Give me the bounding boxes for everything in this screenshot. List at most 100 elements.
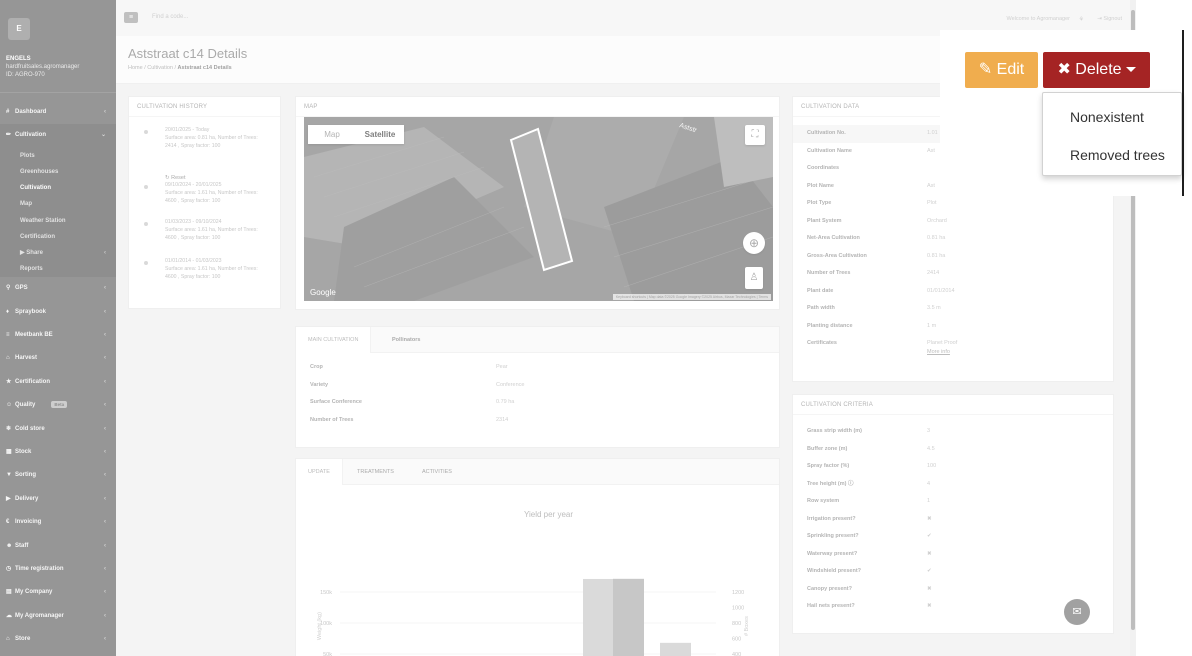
sidebar-item-invoicing[interactable]: € Invoicing ‹	[0, 511, 116, 534]
street-view-icon[interactable]: ♙	[745, 267, 763, 289]
tab-pollinators[interactable]: Pollinators	[392, 327, 420, 353]
update-tabs: UPDATE TREATMENTS ACTIVITIES	[296, 459, 779, 485]
row-value: 01/01/2014	[927, 287, 955, 294]
sidebar-item-meetbank-be[interactable]: ≡ Meetbank BE ‹	[0, 324, 116, 347]
tab-activities[interactable]: ACTIVITIES	[422, 459, 452, 485]
chart-bar[interactable]	[660, 642, 691, 656]
y2-tick-label: 600	[732, 637, 741, 643]
table-row: Sprinkling present? ✔	[793, 528, 1113, 546]
row-value: Plot	[927, 200, 937, 206]
sidebar-item-store[interactable]: ⌂ Store ‹	[0, 628, 116, 651]
locate-icon[interactable]: ⊕	[743, 232, 765, 254]
sidebar-item-label: Certification	[15, 378, 51, 385]
table-row: Waterway present? ✖	[793, 546, 1113, 564]
map-type-map[interactable]: Map	[308, 125, 356, 144]
row-value: 2414	[927, 270, 940, 276]
chart-bar[interactable]	[613, 578, 644, 656]
breadcrumb-current: Aststraat c14 Details	[177, 65, 232, 71]
row-value: Ast	[927, 182, 935, 189]
language-flag-icon[interactable]: ⚘	[1079, 16, 1084, 23]
sidebar-item-cold-store[interactable]: ❄ Cold store ‹	[0, 418, 116, 441]
table-row: Grass strip width (m) 3	[793, 423, 1113, 441]
breadcrumb-home[interactable]: Home	[128, 65, 143, 71]
chevron-icon: ‹	[104, 378, 106, 385]
table-row: Surface Conference 0.79 ha	[296, 394, 779, 412]
sidebar-subitem-plots[interactable]: Plots	[0, 147, 116, 164]
table-row: Tree height (m) ⓘ 4	[793, 476, 1113, 494]
search-input[interactable]: Find a code...	[152, 14, 188, 20]
signout-link[interactable]: ⇥ Signout	[1097, 16, 1122, 22]
close-icon: ✖	[1057, 61, 1076, 78]
tab-main-cultivation[interactable]: MAIN CULTIVATION	[296, 327, 372, 353]
sidebar-item-certification[interactable]: ★ Certification ‹	[0, 371, 116, 394]
edit-button[interactable]: ✎ Edit	[965, 52, 1038, 88]
sidebar-item-spraybook[interactable]: ♦ Spraybook ‹	[0, 301, 116, 324]
more-info-link[interactable]: More info	[927, 349, 950, 355]
table-row: Number of Trees 2414	[793, 265, 1113, 283]
sidebar-subitem-weather-station[interactable]: Weather Station	[0, 212, 116, 229]
sidebar-item-stock[interactable]: ▦ Stock ‹	[0, 441, 116, 464]
map-credits[interactable]: Keyboard shortcuts | Map data ©2025 Goog…	[612, 294, 771, 300]
sidebar-item-cultivation[interactable]: ✏ Cultivation ⌄	[0, 124, 116, 148]
sidebar-item-dashboard[interactable]: # Dashboard ‹	[0, 101, 116, 124]
table-row: Plot Type Plot	[793, 195, 1113, 213]
main-cultivation-tabs: MAIN CULTIVATION Pollinators	[296, 327, 779, 353]
delete-button[interactable]: ✖ Delete	[1043, 52, 1150, 88]
row-key: Canopy present?	[807, 585, 852, 592]
dashboard-icon: #	[6, 109, 10, 115]
row-value: 2314	[496, 416, 509, 423]
sidebar-item-time-registration[interactable]: ◷ Time registration ‹	[0, 558, 116, 581]
row-key: Gross-Area Cultivation	[807, 252, 867, 259]
table-row: Planting distance 1 m	[793, 318, 1113, 336]
reset-button[interactable]: ↻ Reset	[165, 175, 186, 181]
sidebar-subitem-label: Share	[26, 249, 43, 256]
sidebar-item-gps[interactable]: ⚲ GPS ‹	[0, 277, 116, 300]
sidebar-subitem-share[interactable]: ▶ ‹ Share	[0, 244, 116, 262]
time-registration-icon: ◷	[6, 565, 12, 572]
menu-item-removed-trees[interactable]: Removed trees	[1043, 138, 1181, 172]
menu-item-nonexistent[interactable]: Nonexistent	[1043, 100, 1181, 134]
menu-toggle-button[interactable]: ≡	[124, 12, 138, 23]
company-logo[interactable]: E	[8, 18, 30, 40]
sidebar-subitem-cultivation[interactable]: Cultivation	[0, 180, 116, 197]
tab-treatments[interactable]: TREATMENTS	[357, 459, 394, 485]
row-value: Conference	[496, 381, 525, 388]
sidebar-subitem-greenhouses[interactable]: Greenhouses	[0, 163, 116, 181]
y2-tick-label: 1200	[732, 590, 744, 596]
sorting-icon: ▼	[6, 472, 12, 479]
user-name: ENGELS	[6, 56, 31, 62]
fullscreen-icon[interactable]: ⛶	[745, 125, 765, 145]
caret-down-icon	[1125, 67, 1136, 73]
row-key: Windshield present?	[807, 568, 862, 574]
sidebar-subitem-map[interactable]: Map	[0, 196, 116, 213]
cultivation-criteria-title: CULTIVATION CRITERIA	[793, 395, 1113, 415]
map-view[interactable]: Aststr Map Satellite ⛶ ⊕ ♙ Google Keyboa…	[304, 117, 773, 301]
sidebar-subitem-certification[interactable]: Certification	[0, 228, 116, 245]
sidebar-item-delivery[interactable]: ▶ Delivery ‹	[0, 488, 116, 511]
sidebar-item-label: Time registration	[15, 565, 64, 572]
table-row: Net-Area Cultivation 0.81 ha	[793, 230, 1113, 248]
sidebar-item-my-agromanager[interactable]: ☁ My Agromanager ‹	[0, 605, 116, 628]
timeline-dot-icon	[144, 261, 148, 265]
map-type-satellite[interactable]: Satellite	[356, 125, 404, 144]
tab-update[interactable]: UPDATE	[296, 459, 343, 485]
sidebar-item-quality[interactable]: ☺ Quality Beta ‹	[0, 394, 116, 417]
sidebar-item-sorting[interactable]: ▼ Sorting ‹	[0, 464, 116, 487]
chat-icon[interactable]: ✉	[1064, 599, 1090, 625]
sidebar-subitem-label: Reports	[20, 266, 43, 273]
sidebar-item-label: My Company	[15, 589, 53, 596]
row-key: Plant System	[807, 217, 842, 224]
row-value: ✖	[927, 515, 932, 522]
sidebar-item-label: Spraybook	[15, 308, 47, 315]
chart-bar[interactable]	[583, 578, 614, 656]
sidebar-item-harvest[interactable]: ⌂ Harvest ‹	[0, 347, 116, 370]
sidebar-subitem-reports[interactable]: Reports	[0, 261, 116, 278]
map-panel: MAP Aststr Map Satellite ⛶ ⊕ ♙ Google Ke…	[295, 96, 780, 310]
breadcrumb-cultivation[interactable]: Cultivation	[147, 65, 173, 71]
table-row: Plant System Orchard	[793, 213, 1113, 231]
gps-icon: ⚲	[6, 285, 11, 292]
sidebar-item-staff[interactable]: ☻ Staff ‹	[0, 535, 116, 558]
sidebar-item-my-company[interactable]: ▤ My Company ‹	[0, 581, 116, 604]
sidebar-subitem-label: Cultivation	[20, 185, 51, 192]
row-value: 0.79 ha	[496, 399, 515, 405]
